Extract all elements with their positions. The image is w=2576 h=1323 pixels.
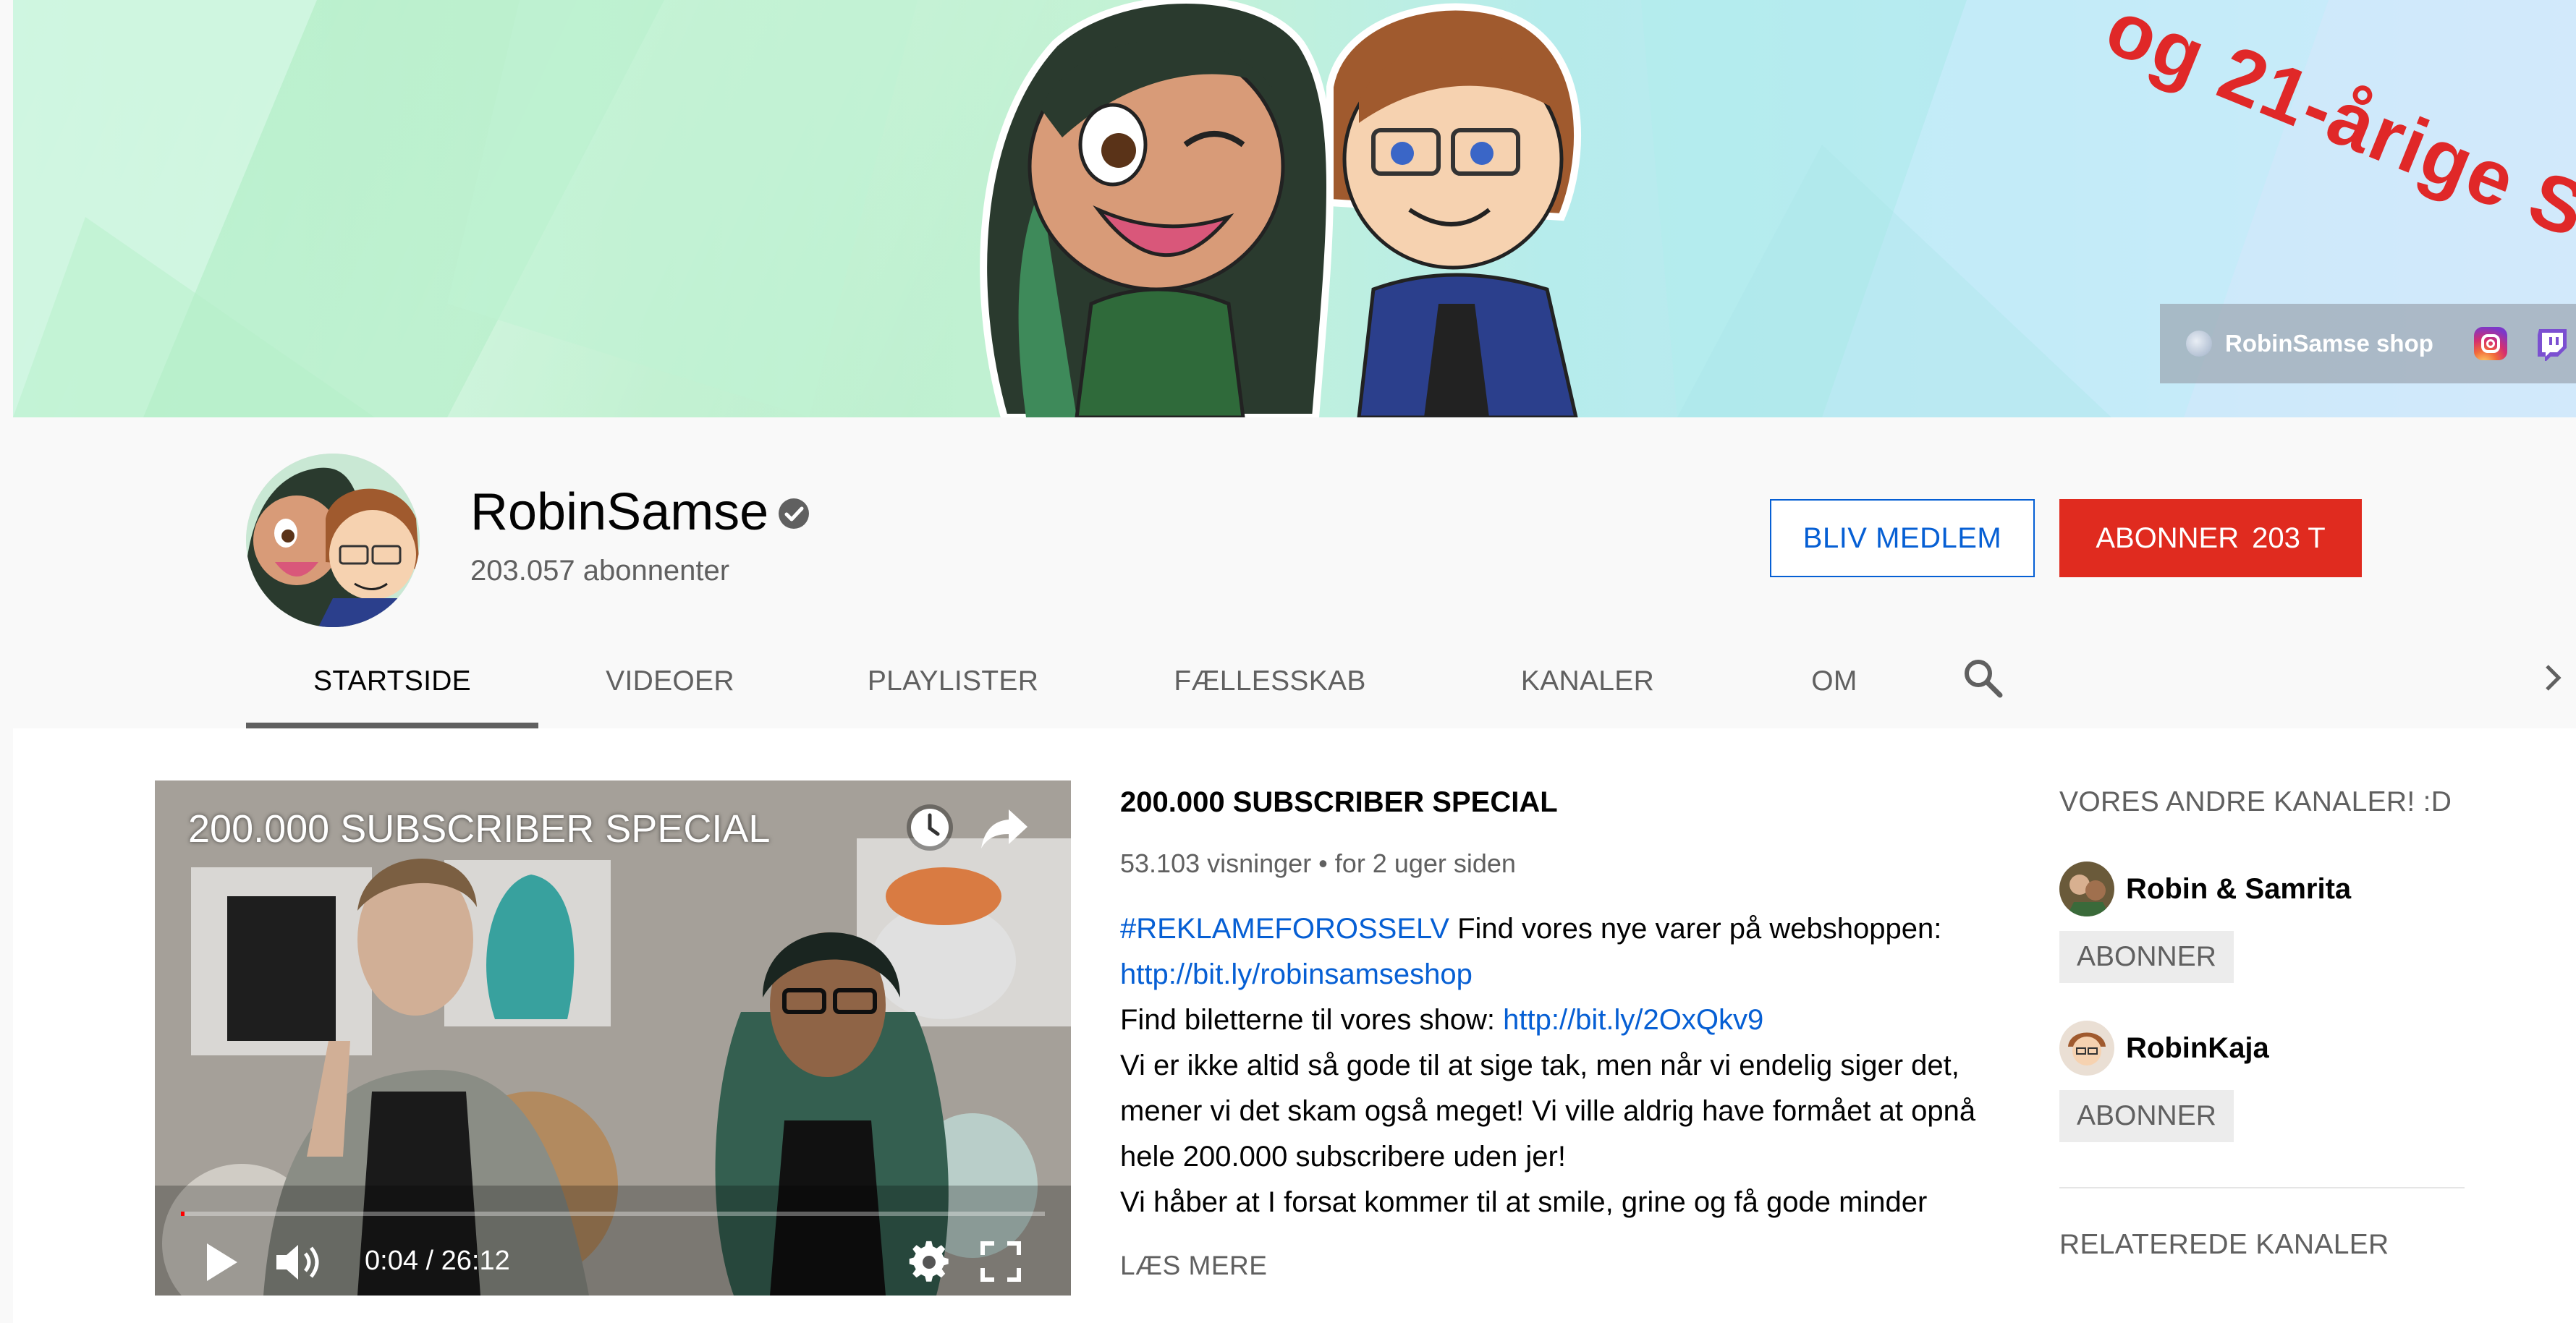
channel-header: RobinSamse 203.057 abonnenter BLIV MEDLE… xyxy=(13,417,2576,728)
volume-icon[interactable] xyxy=(274,1241,324,1284)
desc-text: Find biletterne til vores show: xyxy=(1120,1004,1504,1036)
video-progress-fill xyxy=(181,1212,185,1216)
tab-om[interactable]: OM xyxy=(1740,634,1929,728)
video-meta: 53.103 visninger • for 2 uger siden xyxy=(1120,848,1516,878)
subscribe-label: ABONNER xyxy=(2096,522,2240,554)
share-icon[interactable] xyxy=(980,805,1030,851)
channel-avatar-small[interactable] xyxy=(2059,1021,2114,1076)
desc-paragraph: Vi håber at I forsat kommer til at smile… xyxy=(1120,1186,1928,1218)
tab-kanaler[interactable]: KANALER xyxy=(1436,634,1740,728)
sidebar-channel[interactable]: RobinKaja xyxy=(2059,1021,2479,1076)
settings-icon[interactable] xyxy=(907,1241,951,1284)
shop-link[interactable]: RobinSamse shop xyxy=(2225,330,2433,357)
hashtag-link[interactable]: #REKLAMEFOROSSELV xyxy=(1120,913,1449,945)
channel-name: RobinSamse xyxy=(470,483,769,541)
globe-icon xyxy=(2186,331,2212,357)
video-thumbnail xyxy=(155,780,1071,1296)
verified-icon xyxy=(779,498,809,529)
fullscreen-icon[interactable] xyxy=(980,1241,1022,1282)
channel-tabs: STARTSIDE VIDEOER PLAYLISTER FÆLLESSKAB … xyxy=(246,634,1929,728)
subscribe-button-small[interactable]: ABONNER xyxy=(2059,931,2234,983)
channel-avatar[interactable] xyxy=(246,454,420,627)
read-more-button[interactable]: LÆS MERE xyxy=(1120,1251,1267,1281)
twitch-icon[interactable] xyxy=(2535,326,2569,361)
desc-text: Find vores nye varer på webshoppen: xyxy=(1449,913,1942,945)
video-info: 200.000 SUBSCRIBER SPECIAL 53.103 visnin… xyxy=(1120,780,1988,1225)
sidebar-heading: VORES ANDRE KANALER! :D xyxy=(2059,786,2452,817)
subscriber-count: 203.057 abonnenter xyxy=(470,555,730,587)
sidebar-channel-name[interactable]: Robin & Samrita xyxy=(2126,873,2351,906)
subscribe-button-small[interactable]: ABONNER xyxy=(2059,1090,2234,1142)
tab-startside[interactable]: STARTSIDE xyxy=(246,634,538,728)
banner-character-art xyxy=(980,0,1582,417)
tickets-url-link[interactable]: http://bit.ly/2OxQkv9 xyxy=(1503,1004,1763,1036)
featured-video-player[interactable]: 200.000 SUBSCRIBER SPECIAL 0:04 / 26:12 xyxy=(155,780,1071,1296)
sidebar-channel-name[interactable]: RobinKaja xyxy=(2126,1032,2269,1065)
search-icon[interactable] xyxy=(1959,655,2006,701)
channel-banner: og 21-årige Sa RobinSamse shop xyxy=(13,0,2576,417)
tab-playlister[interactable]: PLAYLISTER xyxy=(802,634,1104,728)
join-member-button[interactable]: BLIV MEDLEM xyxy=(1770,499,2035,577)
video-description: #REKLAMEFOROSSELV Find vores nye varer p… xyxy=(1120,906,1988,1225)
banner-links: RobinSamse shop xyxy=(2160,304,2576,383)
watch-later-icon[interactable] xyxy=(904,802,955,853)
desc-paragraph: Vi er ikke altid så gode til at sige tak… xyxy=(1120,1050,1976,1173)
tab-faellesskab[interactable]: FÆLLESSKAB xyxy=(1104,634,1436,728)
video-progress-bar[interactable] xyxy=(181,1212,1045,1216)
other-channels-sidebar: VORES ANDRE KANALER! :D Robin & Samrita … xyxy=(2059,780,2479,1261)
play-icon[interactable] xyxy=(201,1239,242,1285)
shop-url-link[interactable]: http://bit.ly/robinsamseshop xyxy=(1120,958,1473,990)
instagram-icon[interactable] xyxy=(2473,327,2507,360)
sidebar-channel[interactable]: Robin & Samrita xyxy=(2059,862,2479,916)
sidebar-divider xyxy=(2059,1187,2465,1188)
video-title[interactable]: 200.000 SUBSCRIBER SPECIAL xyxy=(1120,780,1988,824)
subscribe-button[interactable]: ABONNER 203 T xyxy=(2059,499,2362,577)
video-overlay-title: 200.000 SUBSCRIBER SPECIAL xyxy=(188,807,771,851)
related-channels-heading: RELATEREDE KANALER xyxy=(2059,1229,2389,1260)
channel-avatar-small[interactable] xyxy=(2059,862,2114,916)
channel-content: 200.000 SUBSCRIBER SPECIAL 0:04 / 26:12 xyxy=(13,728,2576,1323)
tab-videoer[interactable]: VIDEOER xyxy=(538,634,802,728)
video-time: 0:04 / 26:12 xyxy=(365,1246,510,1276)
subscribe-count: 203 T xyxy=(2252,522,2326,554)
chevron-right-icon[interactable] xyxy=(2535,660,2570,695)
